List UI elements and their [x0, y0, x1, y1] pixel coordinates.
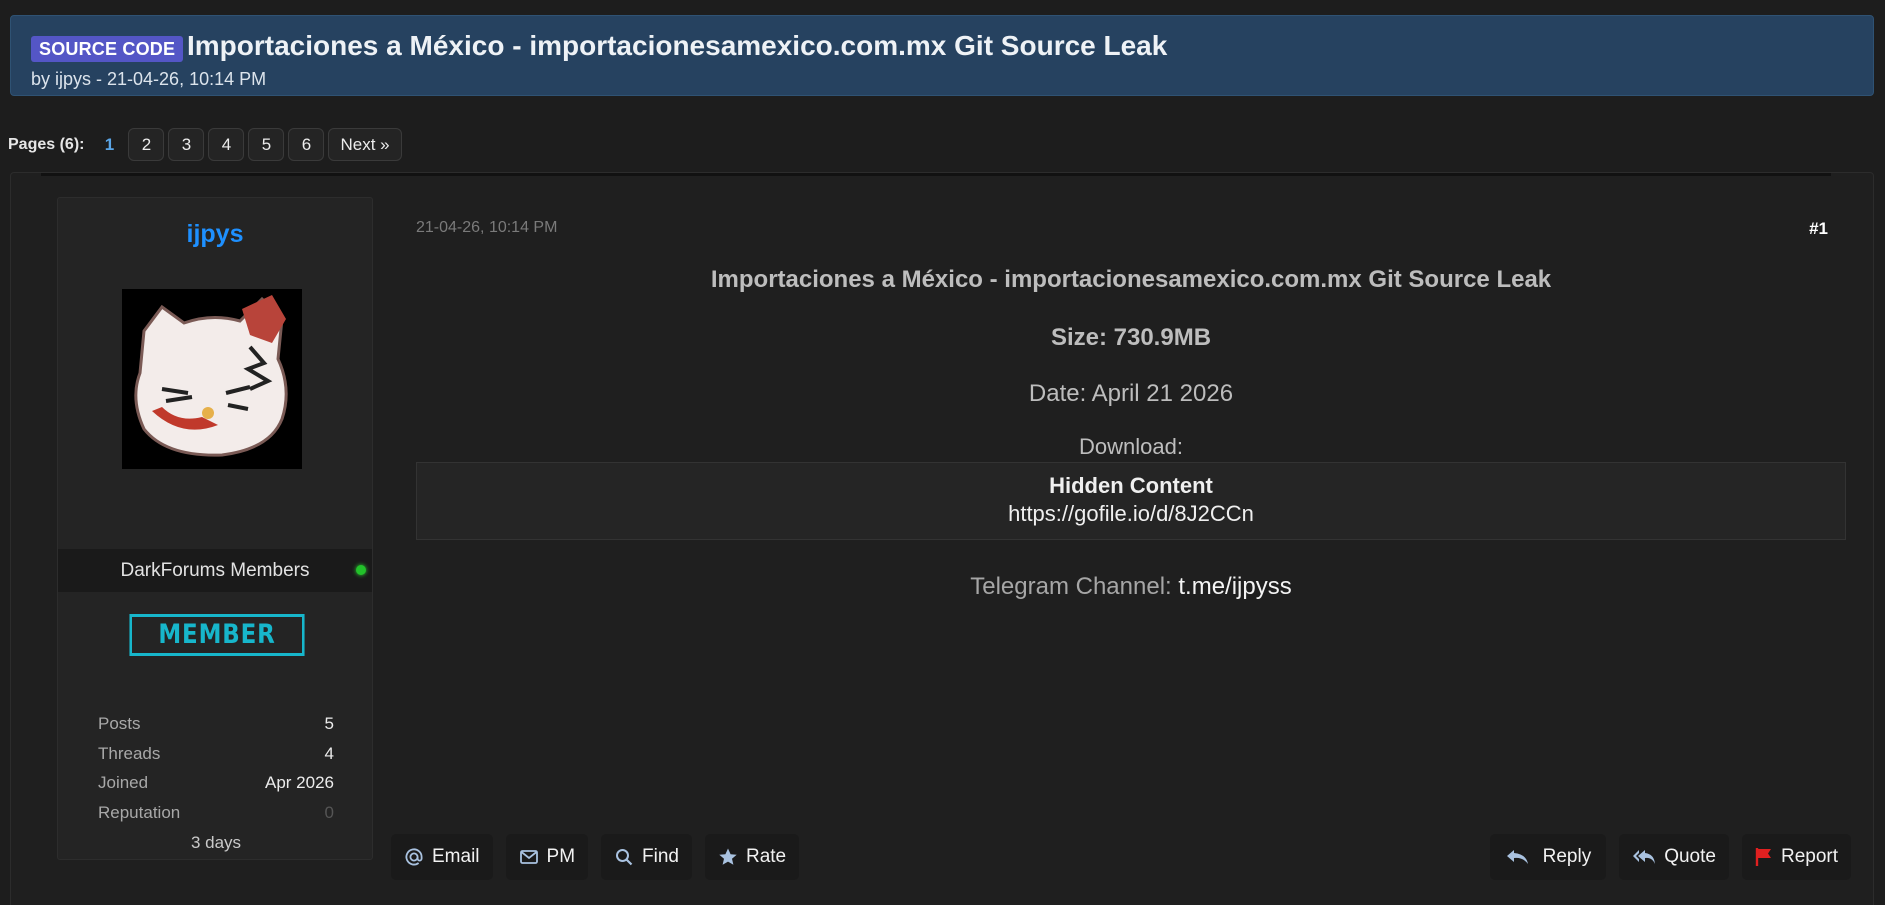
search-icon	[616, 849, 633, 866]
reply-icon	[1506, 850, 1528, 864]
thread-title: Importaciones a México - importacionesam…	[187, 30, 1168, 61]
usergroup-label: DarkForums Members	[120, 560, 310, 581]
page-link-4[interactable]: 4	[208, 128, 245, 161]
page-link-5[interactable]: 5	[248, 128, 285, 161]
post-body: Importaciones a México - importacionesam…	[416, 257, 1846, 601]
post-heading: Importaciones a México - importacionesam…	[710, 266, 1552, 293]
post-actions-left: Email PM Find Rate	[391, 834, 812, 880]
author-panel: ijpys DarkForums Members MEMBER Posts 5	[57, 197, 373, 860]
reply-button-label: Reply	[1542, 846, 1592, 867]
pm-button-label: PM	[546, 846, 576, 867]
telegram-link[interactable]: t.me/ijpyss	[1178, 573, 1291, 600]
download-label: Download:	[1079, 434, 1183, 459]
rank-badge: MEMBER	[129, 614, 305, 656]
author-usergroup: DarkForums Members	[58, 549, 372, 592]
thread-prefix-badge[interactable]: SOURCE CODE	[31, 36, 184, 62]
post-actions-right: Reply Quote Report	[1477, 834, 1851, 880]
stat-value[interactable]: 0	[325, 798, 334, 828]
author-username[interactable]: ijpys	[58, 220, 372, 249]
page-link-2[interactable]: 2	[128, 128, 165, 161]
page-link-6[interactable]: 6	[288, 128, 325, 161]
pm-button[interactable]: PM	[505, 834, 589, 880]
time-online: 3 days	[190, 832, 242, 852]
at-icon	[405, 848, 423, 866]
find-button[interactable]: Find	[601, 834, 692, 880]
page-current: 1	[104, 134, 115, 154]
page-link-3[interactable]: 3	[168, 128, 205, 161]
post-container: ijpys DarkForums Members MEMBER Posts 5	[10, 172, 1874, 905]
stat-label: Joined	[98, 773, 149, 793]
reply-button[interactable]: Reply	[1489, 834, 1607, 880]
rate-button[interactable]: Rate	[704, 834, 800, 880]
stat-value: Apr 2026	[265, 773, 334, 793]
find-button-label: Find	[642, 846, 679, 867]
stat-threads: Threads 4	[98, 739, 334, 769]
pagination-label: Pages (6):	[8, 135, 85, 153]
stat-label: Reputation	[98, 803, 181, 823]
quote-button-label: Quote	[1664, 846, 1716, 867]
post-date: 21-04-26, 10:14 PM	[416, 219, 558, 236]
pagination: Pages (6): 1 2 3 4 5 6 Next »	[8, 128, 406, 161]
quote-button[interactable]: Quote	[1619, 834, 1729, 880]
rate-button-label: Rate	[745, 846, 787, 867]
email-button[interactable]: Email	[391, 834, 493, 880]
online-status-icon	[356, 565, 366, 575]
hidden-content-title: Hidden Content	[1049, 473, 1213, 498]
telegram-label: Telegram Channel:	[970, 573, 1179, 600]
hidden-content-box: Hidden Content https://gofile.io/d/8J2CC…	[416, 462, 1846, 540]
avatar[interactable]	[122, 289, 302, 469]
report-button[interactable]: Report	[1741, 834, 1851, 880]
download-link[interactable]: https://gofile.io/d/8J2CCn	[417, 501, 1845, 527]
stat-value[interactable]: 4	[325, 739, 334, 769]
stat-label: Threads	[98, 743, 161, 763]
email-button-label: Email	[432, 846, 480, 867]
thread-header: SOURCE CODE Importaciones a México - imp…	[10, 15, 1874, 96]
post-number-link[interactable]: #1	[1809, 219, 1828, 239]
flag-icon	[1755, 848, 1771, 866]
next-page-button[interactable]: Next »	[328, 128, 402, 161]
post-size: Size: 730.9MB	[1050, 324, 1212, 351]
post-divider	[41, 173, 1831, 176]
stat-reputation: Reputation 0	[98, 798, 334, 828]
stat-label: Posts	[98, 714, 141, 733]
thread-byline: by ijpys - 21-04-26, 10:14 PM	[31, 69, 267, 89]
report-button-label: Report	[1780, 846, 1838, 867]
stat-joined: Joined Apr 2026	[98, 768, 334, 798]
stat-value[interactable]: 5	[325, 709, 334, 739]
stat-posts: Posts 5	[98, 709, 334, 739]
post-release-date: Date: April 21 2026	[1028, 380, 1234, 407]
author-stats: Posts 5 Threads 4 Joined Apr 2026 Reputa…	[98, 709, 334, 858]
telegram-line: Telegram Channel: t.me/ijpyss	[416, 573, 1846, 601]
star-icon	[719, 848, 737, 865]
reply-all-icon	[1633, 850, 1656, 864]
envelope-icon	[519, 850, 538, 864]
